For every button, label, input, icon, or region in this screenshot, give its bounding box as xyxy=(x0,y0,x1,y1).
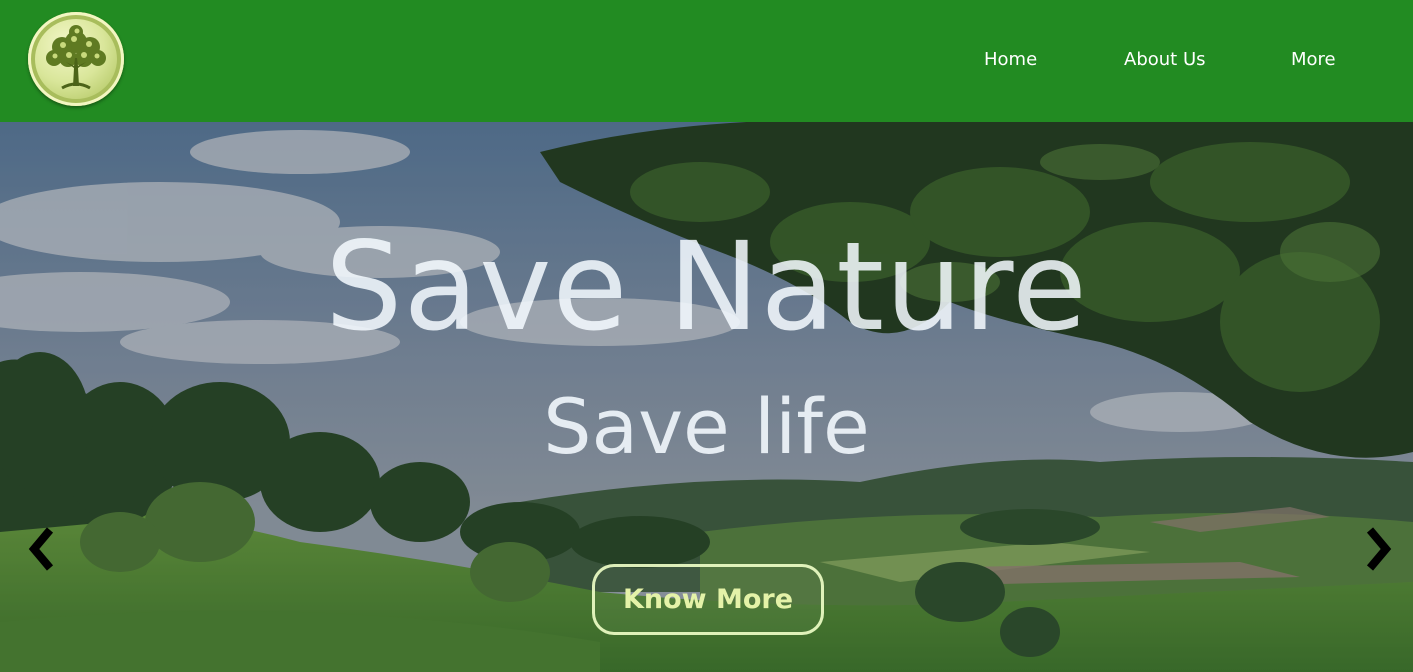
nav-about-us[interactable]: About Us xyxy=(1124,48,1206,72)
nav-more[interactable]: More xyxy=(1291,48,1336,72)
navbar: Home About Us More xyxy=(0,0,1413,122)
know-more-button[interactable]: Know More xyxy=(592,564,824,635)
chevron-right-icon[interactable] xyxy=(1360,526,1396,572)
chevron-left-icon[interactable] xyxy=(24,526,60,572)
tree-logo-icon[interactable] xyxy=(28,12,124,106)
hero-headline: Save Nature xyxy=(325,216,1088,358)
nav-home[interactable]: Home xyxy=(984,48,1037,72)
hero-carousel: Save Nature Save life Know More xyxy=(0,122,1413,672)
hero-subheadline: Save life xyxy=(543,382,870,471)
